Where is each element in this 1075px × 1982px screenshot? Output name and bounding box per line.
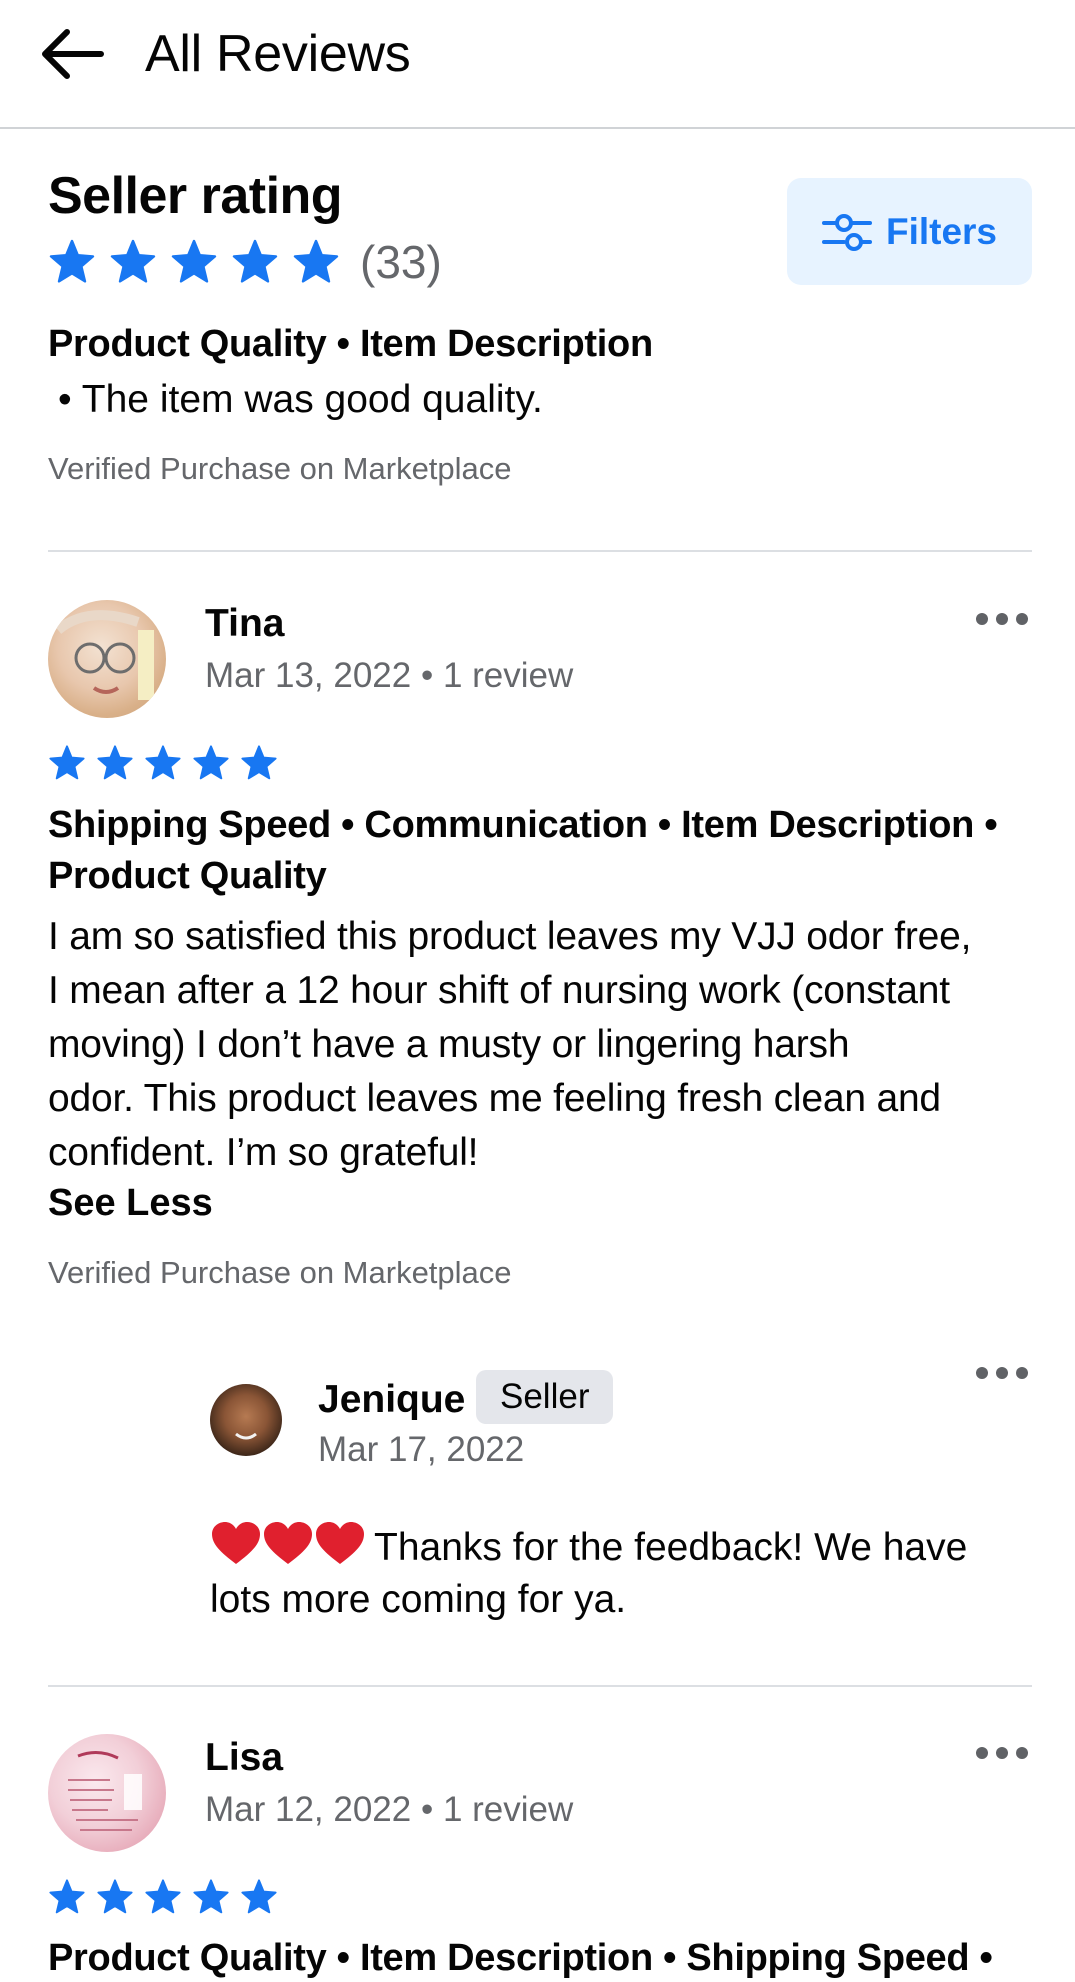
- more-icon-dot: [996, 1367, 1008, 1379]
- avatar[interactable]: [48, 1734, 166, 1852]
- more-icon-dot: [1016, 1367, 1028, 1379]
- star-icon: [97, 1879, 133, 1914]
- see-less-button[interactable]: See Less: [48, 1178, 213, 1228]
- star-icon: [193, 1879, 229, 1914]
- page-title: All Reviews: [145, 25, 411, 83]
- reply-text-line: lots more coming for ya.: [210, 1578, 627, 1621]
- heart-icon: [264, 1522, 312, 1564]
- seller-name[interactable]: Jenique: [318, 1376, 465, 1424]
- more-icon-dot: [976, 1747, 988, 1759]
- back-button[interactable]: [36, 24, 108, 84]
- review-tags: Shipping Speed • Communication • Item De…: [48, 804, 998, 846]
- review-text-line: moving) I don’t have a musty or lingerin…: [48, 1023, 850, 1066]
- star-icon: [241, 1879, 277, 1914]
- review-text-line: confident. I’m so grateful!: [48, 1131, 479, 1174]
- avatar-image: [235, 1432, 257, 1440]
- seller-badge: Seller: [476, 1370, 614, 1424]
- more-options-button[interactable]: [972, 604, 1032, 634]
- star-rating: [48, 238, 340, 286]
- avatar-image: [54, 610, 154, 700]
- star-icon: [110, 239, 156, 283]
- filters-label: Filters: [885, 210, 998, 252]
- filters-icon: [821, 213, 872, 251]
- review-text: I am so satisfied this product leaves my…: [48, 910, 1038, 1180]
- more-icon-dot: [976, 613, 988, 625]
- review-text-line: odor. This product leaves me feeling fre…: [48, 1077, 941, 1120]
- review-stars: [48, 1878, 278, 1916]
- reply-date: Mar 17, 2022: [318, 1430, 525, 1469]
- star-icon: [145, 1879, 181, 1914]
- summary-comment: • The item was good quality.: [58, 378, 543, 421]
- review-meta: Mar 12, 2022 • 1 review: [205, 1790, 574, 1829]
- star-icon: [241, 745, 277, 780]
- more-icon-dot: [976, 1367, 988, 1379]
- star-icon: [193, 745, 229, 780]
- divider: [48, 1685, 1032, 1687]
- reply-text-line: Thanks for the feedback! We have: [374, 1526, 968, 1569]
- filters-button[interactable]: Filters: [787, 178, 1032, 285]
- more-icon-dot: [996, 613, 1008, 625]
- review-text-line: I mean after a 12 hour shift of nursing …: [48, 969, 950, 1012]
- star-icon: [171, 239, 217, 283]
- more-icon-dot: [1016, 613, 1028, 625]
- star-icon: [49, 1879, 85, 1914]
- avatar-image: [68, 1751, 142, 1831]
- star-icon: [293, 239, 339, 283]
- top-bar: All Reviews: [0, 0, 1075, 129]
- more-icon-dot: [996, 1747, 1008, 1759]
- review-meta: Mar 13, 2022 • 1 review: [205, 656, 574, 695]
- review-tags: Product Quality: [48, 855, 327, 897]
- more-options-button[interactable]: [972, 1358, 1032, 1388]
- star-icon: [97, 745, 133, 780]
- review-stars: [48, 744, 278, 782]
- seller-rating-stars: (33): [48, 234, 442, 290]
- star-rating: [48, 744, 278, 782]
- avatar[interactable]: [48, 600, 166, 718]
- review-tags: Product Quality • Item Description • Shi…: [48, 1937, 993, 1979]
- summary-tags: Product Quality • Item Description: [48, 323, 653, 365]
- heart-icon: [212, 1522, 260, 1564]
- reply-text: Thanks for the feedback! We have lots mo…: [210, 1520, 1040, 1626]
- seller-rating-title: Seller rating: [48, 167, 343, 225]
- heart-icon: [316, 1522, 364, 1564]
- star-rating: [48, 1878, 278, 1916]
- star-icon: [49, 745, 85, 780]
- review-text-line: I am so satisfied this product leaves my…: [48, 915, 972, 958]
- verified-purchase-label: Verified Purchase on Marketplace: [48, 1255, 512, 1290]
- star-icon: [232, 239, 278, 283]
- star-icon: [49, 239, 95, 283]
- verified-purchase-label: Verified Purchase on Marketplace: [48, 451, 512, 486]
- back-arrow-icon: [42, 29, 104, 79]
- hearts-emoji: [210, 1520, 366, 1566]
- reviewer-name[interactable]: Tina: [205, 600, 284, 648]
- reviewer-name[interactable]: Lisa: [205, 1734, 283, 1782]
- divider: [48, 550, 1032, 552]
- more-icon-dot: [1016, 1747, 1028, 1759]
- seller-avatar[interactable]: [210, 1384, 282, 1456]
- rating-count: (33): [360, 236, 442, 288]
- more-options-button[interactable]: [972, 1738, 1032, 1768]
- star-icon: [145, 745, 181, 780]
